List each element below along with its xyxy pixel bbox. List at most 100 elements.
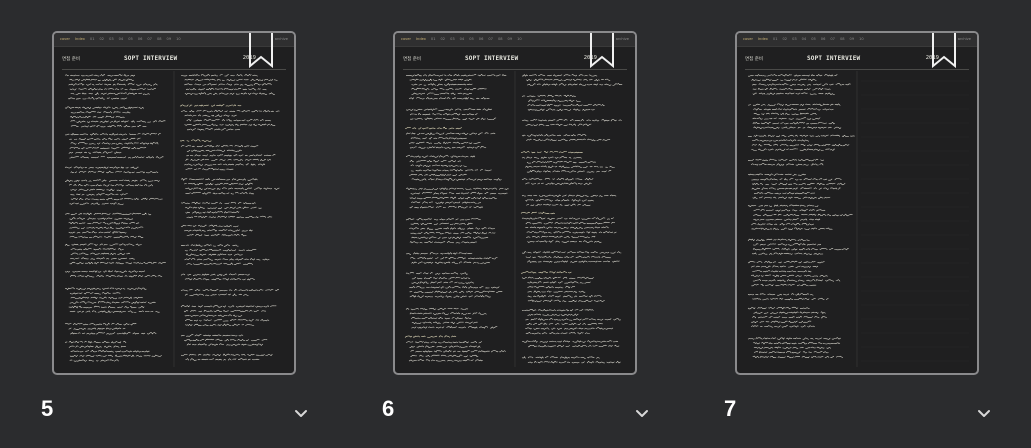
tab-01[interactable]: 01 (773, 37, 778, 42)
handwriting-stroke (136, 83, 142, 86)
chevron-down-icon[interactable] (294, 404, 308, 417)
bookmark-icon[interactable] (248, 33, 274, 69)
tab-archive[interactable]: archive (958, 37, 971, 42)
handwriting-stroke (454, 359, 462, 362)
bookmark-icon[interactable] (589, 33, 615, 69)
handwriting-stroke (752, 279, 762, 282)
tab-08[interactable]: 08 (157, 37, 162, 42)
tab-09[interactable]: 09 (508, 37, 513, 42)
handwriting-stroke (557, 100, 564, 102)
handwriting-stroke (239, 159, 243, 161)
handwriting-stroke (470, 192, 477, 195)
page-thumbnail[interactable]: cover Index 01 02 03 04 05 06 07 08 09 1… (735, 31, 979, 375)
handwriting-stroke (410, 192, 421, 195)
handwriting-stroke (91, 198, 99, 201)
handwriting-stroke (438, 277, 448, 280)
tab-index[interactable]: Index (75, 37, 85, 42)
tab-07[interactable]: 07 (830, 37, 835, 42)
handwriting-stroke (242, 206, 249, 209)
handwriting-stroke (87, 243, 94, 246)
handwriting-stroke (142, 93, 150, 95)
handwriting-stroke (258, 289, 264, 292)
page-thumbnail[interactable]: cover Index 01 02 03 04 05 06 07 08 09 1… (393, 31, 637, 375)
handwriting-stroke (462, 118, 468, 121)
tab-06[interactable]: 06 (479, 37, 484, 42)
chevron-down-icon[interactable] (977, 404, 991, 417)
tab-03[interactable]: 03 (109, 37, 114, 42)
tab-cover[interactable]: cover (743, 37, 753, 42)
handwriting-stroke (244, 83, 254, 86)
handwriting-stroke (478, 312, 487, 315)
handwriting-stroke (788, 88, 793, 91)
tab-cover[interactable]: cover (60, 37, 70, 42)
bookmark-icon[interactable] (931, 33, 957, 69)
handwriting-stroke (465, 281, 475, 284)
tab-04[interactable]: 04 (119, 37, 124, 42)
handwriting-stroke (190, 88, 197, 91)
handwriting-stroke (70, 189, 77, 191)
handwriting-stroke (556, 345, 565, 348)
tab-02[interactable]: 02 (99, 37, 104, 42)
tab-04[interactable]: 04 (460, 37, 465, 42)
handwriting-stroke (456, 137, 467, 140)
tab-archive[interactable]: archive (275, 37, 288, 42)
handwriting-stroke (564, 256, 570, 259)
handwriting-stroke (96, 189, 105, 191)
handwriting-stroke (231, 334, 238, 337)
tab-09[interactable]: 09 (167, 37, 172, 42)
tab-05[interactable]: 05 (469, 37, 474, 42)
handwriting-stroke (751, 83, 757, 86)
tab-archive[interactable]: archive (616, 37, 629, 42)
handwriting-stroke (753, 218, 759, 221)
handwriting-stroke (577, 134, 587, 137)
tab-08[interactable]: 08 (840, 37, 845, 42)
tab-10[interactable]: 10 (517, 37, 522, 42)
handwriting-stroke (85, 74, 94, 77)
handwriting-stroke (591, 217, 596, 219)
handwriting-stroke (760, 283, 764, 287)
tab-10[interactable]: 10 (176, 37, 181, 42)
tab-07[interactable]: 07 (147, 37, 152, 42)
tab-cover[interactable]: cover (401, 37, 411, 42)
handwriting-stroke (98, 236, 103, 238)
tab-02[interactable]: 02 (782, 37, 787, 42)
page-thumbnail[interactable]: cover Index 01 02 03 04 05 06 07 08 09 1… (52, 31, 296, 375)
handwriting-stroke (466, 222, 473, 226)
handwriting-stroke (441, 237, 447, 239)
handwriting-stroke (457, 351, 461, 353)
tab-05[interactable]: 05 (128, 37, 133, 42)
handwriting-stroke (448, 164, 459, 167)
tab-01[interactable]: 01 (90, 37, 95, 42)
handwriting-stroke (571, 362, 580, 364)
handwriting-stroke (258, 92, 268, 95)
tab-index[interactable]: Index (758, 37, 768, 42)
handwriting-stroke (759, 183, 764, 186)
tab-02[interactable]: 02 (440, 37, 445, 42)
tab-04[interactable]: 04 (802, 37, 807, 42)
handwriting-stroke (405, 253, 411, 255)
handwritten-notes (403, 71, 627, 367)
tab-index[interactable]: Index (416, 37, 426, 42)
tab-09[interactable]: 09 (850, 37, 855, 42)
tab-01[interactable]: 01 (431, 37, 436, 42)
handwriting-stroke (800, 325, 806, 328)
handwriting-stroke (778, 158, 788, 161)
chevron-down-icon[interactable] (635, 404, 649, 417)
handwriting-stroke (184, 124, 192, 126)
handwriting-stroke (86, 83, 92, 86)
handwriting-stroke (531, 211, 537, 215)
tab-03[interactable]: 03 (450, 37, 455, 42)
tab-06[interactable]: 06 (138, 37, 143, 42)
handwriting-stroke (768, 351, 777, 354)
handwriting-stroke (252, 74, 258, 77)
handwriting-stroke (80, 328, 86, 330)
tab-06[interactable]: 06 (821, 37, 826, 42)
tab-10[interactable]: 10 (859, 37, 864, 42)
tab-03[interactable]: 03 (792, 37, 797, 42)
tab-07[interactable]: 07 (488, 37, 493, 42)
tab-08[interactable]: 08 (498, 37, 503, 42)
handwriting-stroke (525, 199, 534, 202)
tab-05[interactable]: 05 (811, 37, 816, 42)
handwriting-stroke (797, 83, 806, 86)
handwriting-stroke (419, 79, 429, 82)
